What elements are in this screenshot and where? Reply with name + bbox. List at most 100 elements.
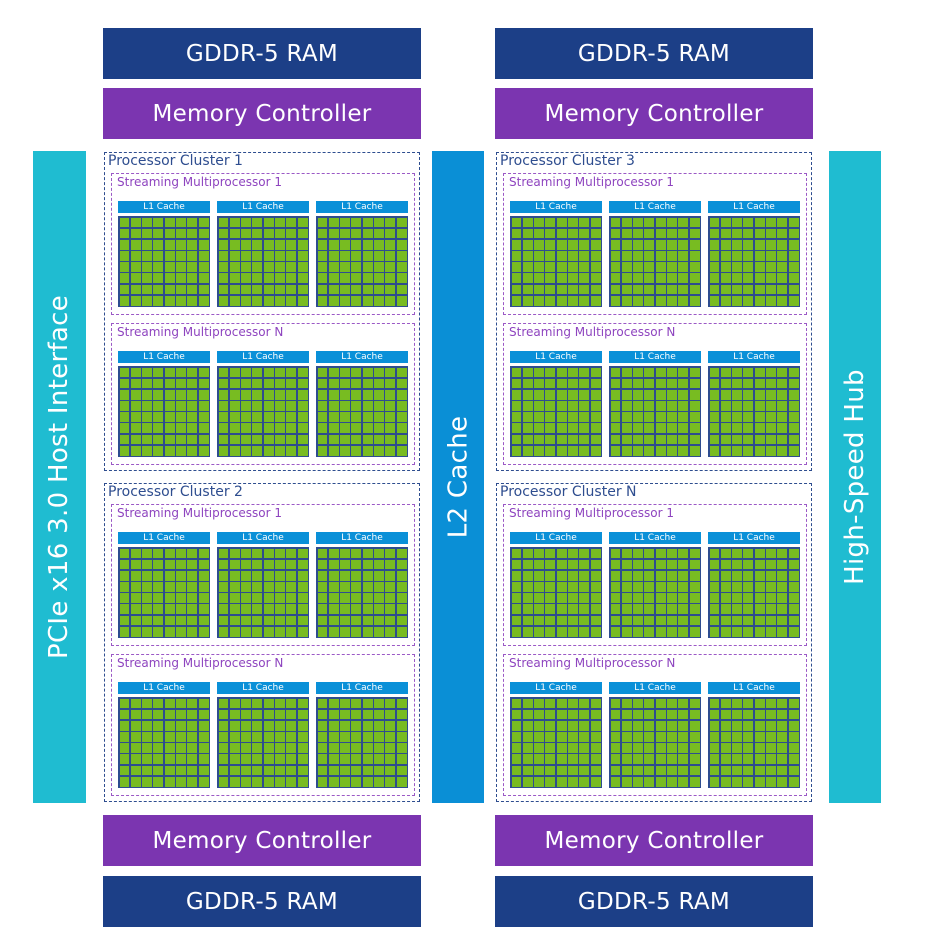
cuda-core (579, 389, 590, 400)
cuda-core (187, 423, 198, 434)
cuda-core (275, 559, 285, 570)
cuda-core (545, 389, 556, 400)
processor-cluster-label: Processor Cluster 3 (500, 153, 635, 169)
cuda-core (568, 709, 578, 720)
cuda-core (777, 776, 788, 787)
cuda-core (720, 548, 731, 559)
cuda-core (590, 559, 601, 570)
cuda-core (317, 412, 328, 422)
cuda-core (511, 445, 522, 456)
cuda-core (788, 217, 799, 228)
core-block: L1 Cache (118, 351, 210, 457)
cuda-core (709, 284, 720, 295)
cuda-core (198, 262, 209, 272)
cuda-core (153, 434, 164, 445)
cuda-core (263, 593, 274, 603)
cuda-core (385, 367, 396, 378)
cuda-core (362, 615, 373, 626)
cuda-core (340, 295, 350, 306)
cuda-core (351, 228, 362, 239)
cuda-core (689, 217, 700, 228)
cuda-core (579, 720, 590, 731)
cuda-core (655, 776, 666, 787)
cuda-core (187, 743, 198, 753)
cuda-core (788, 626, 799, 637)
cuda-core (374, 228, 384, 239)
cuda-core (198, 698, 209, 709)
cuda-core (153, 401, 164, 411)
cuda-core (766, 593, 776, 603)
cuda-core (198, 217, 209, 228)
cuda-core (709, 367, 720, 378)
cuda-core (153, 582, 164, 592)
cuda-core (689, 228, 700, 239)
cuda-core (263, 765, 274, 776)
cuda-core (766, 228, 776, 239)
cuda-core (317, 401, 328, 411)
cuda-core (396, 743, 407, 753)
cuda-core (709, 273, 720, 284)
cuda-core (689, 389, 700, 400)
cuda-core (621, 754, 632, 765)
cuda-core (241, 217, 251, 228)
cuda-core (754, 765, 765, 776)
cuda-core (396, 698, 407, 709)
cuda-core (689, 743, 700, 753)
streaming-multiprocessor: Streaming Multiprocessor N L1 Cache L1 Cac… (111, 654, 415, 796)
cuda-core (644, 251, 655, 261)
cuda-core (522, 412, 533, 422)
cuda-core (534, 295, 544, 306)
cuda-core (667, 626, 677, 637)
cuda-core (263, 732, 274, 742)
cuda-core (610, 273, 621, 284)
cuda-core (374, 720, 384, 731)
cuda-core (340, 284, 350, 295)
cuda-core (709, 434, 720, 445)
cuda-core (396, 262, 407, 272)
cuda-core (689, 559, 700, 570)
cuda-core (633, 378, 643, 389)
cuda-core (754, 401, 765, 411)
cuda-core (229, 604, 240, 615)
cuda-core (621, 548, 632, 559)
cuda-core (142, 367, 152, 378)
cuda-core (556, 273, 567, 284)
cuda-core (198, 732, 209, 742)
cuda-core (252, 709, 263, 720)
cuda-core (340, 434, 350, 445)
cuda-core (667, 559, 677, 570)
cuda-core (590, 401, 601, 411)
cuda-core (187, 570, 198, 581)
cuda-core (187, 295, 198, 306)
cuda-core (568, 217, 578, 228)
cuda-core (176, 604, 186, 615)
cuda-core-grid (510, 216, 602, 307)
cuda-core (198, 548, 209, 559)
cuda-core (655, 559, 666, 570)
cuda-core (351, 559, 362, 570)
cuda-core (119, 570, 130, 581)
cuda-core (633, 273, 643, 284)
cuda-core (610, 765, 621, 776)
cuda-core (743, 367, 754, 378)
cuda-core (556, 604, 567, 615)
cuda-core (396, 251, 407, 261)
cuda-core (340, 378, 350, 389)
cuda-core (667, 367, 677, 378)
cuda-core (689, 570, 700, 581)
cuda-core (362, 251, 373, 261)
cuda-core (590, 412, 601, 422)
l1-cache: L1 Cache (609, 532, 701, 544)
cuda-core (317, 709, 328, 720)
cuda-core (590, 604, 601, 615)
cuda-core (263, 615, 274, 626)
cuda-core (545, 548, 556, 559)
cuda-core (229, 378, 240, 389)
cuda-core (351, 776, 362, 787)
cuda-core (522, 262, 533, 272)
cuda-core (590, 239, 601, 250)
cuda-core (610, 593, 621, 603)
cuda-core (579, 776, 590, 787)
cuda-core (297, 720, 308, 731)
cuda-core (709, 698, 720, 709)
